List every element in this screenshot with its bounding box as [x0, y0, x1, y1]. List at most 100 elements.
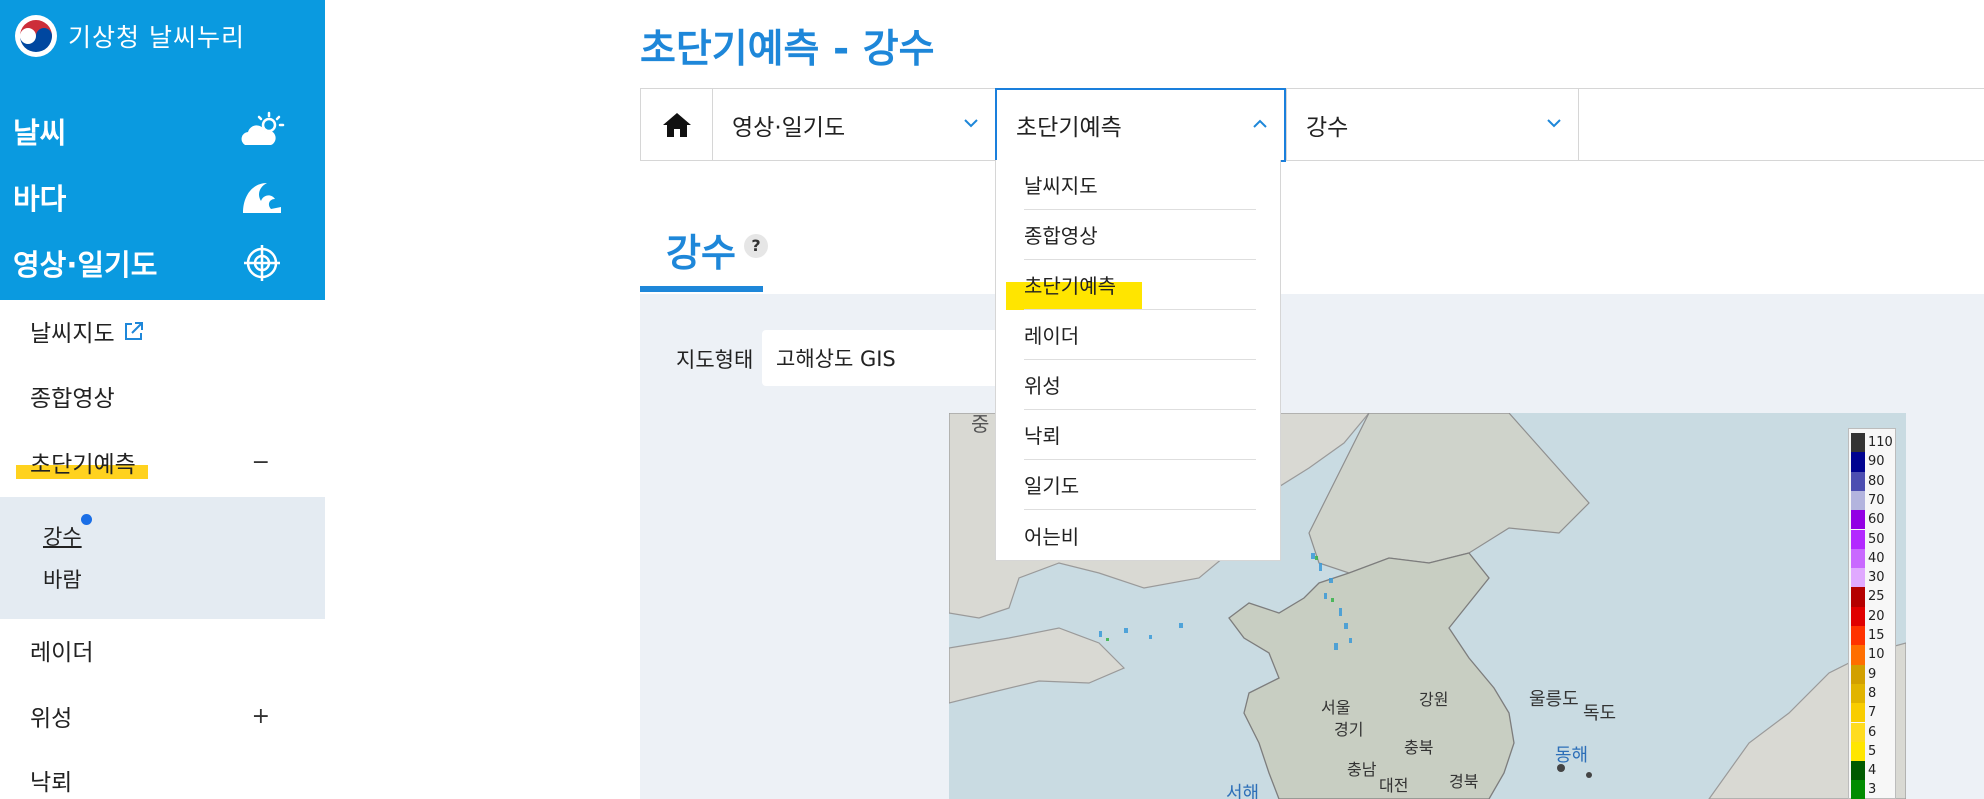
- legend-row: 15: [1851, 626, 1895, 646]
- nav-select-subcategory[interactable]: 초단기예측: [995, 88, 1286, 162]
- submenu-item-wind[interactable]: 바람: [43, 564, 82, 594]
- sidebar: 기상청 날씨누리 날씨 바다 영상·일기도 날씨지도 종합영상 초단기예측 − …: [0, 0, 325, 799]
- legend-label: 50: [1868, 531, 1885, 547]
- sidebar-item-label: 낙뢰: [30, 770, 73, 796]
- section-title: 강수: [666, 231, 736, 275]
- sidebar-item-composite[interactable]: 종합영상: [0, 364, 325, 428]
- legend-label: 3: [1868, 782, 1877, 798]
- nav-empty-cell: [1578, 89, 1984, 160]
- sidebar-item-label: 날씨지도: [30, 321, 115, 347]
- category-label: 날씨: [13, 116, 67, 150]
- taegeuk-emblem-icon: [15, 15, 57, 57]
- sidebar-item-satellite[interactable]: 위성 +: [0, 684, 325, 748]
- legend-swatch: [1851, 529, 1865, 549]
- sidebar-item-weather-map[interactable]: 날씨지도: [0, 299, 325, 363]
- map-label-daejeon: 대전: [1379, 776, 1408, 795]
- legend-label: 70: [1868, 492, 1885, 508]
- sidebar-item-label: 위성: [30, 706, 73, 732]
- map-type-select[interactable]: 고해상도 GIS: [762, 330, 1002, 386]
- map-label-china: 중: [971, 413, 989, 436]
- precipitation-legend: 110 90 80 70 60 50 40 30 25 20 15 10 9 8 7 6 5 4 3: [1848, 428, 1896, 799]
- active-dot-indicator: [81, 514, 92, 525]
- legend-swatch: [1851, 780, 1865, 799]
- map-label-gyeonggi: 경기: [1334, 720, 1363, 739]
- legend-row: 10: [1851, 645, 1895, 665]
- legend-row: 90: [1851, 452, 1895, 472]
- chevron-up-icon: [1253, 119, 1267, 128]
- map-label-seoul: 서울: [1321, 698, 1350, 717]
- map-label-gyeongbuk: 경북: [1449, 772, 1478, 791]
- legend-swatch: [1851, 510, 1865, 530]
- map-label-ulleungdo: 울릉도: [1529, 689, 1579, 710]
- site-logo[interactable]: 기상청 날씨누리: [14, 14, 245, 58]
- sidebar-item-label: 종합영상: [30, 386, 115, 412]
- nav-select-value: 영상·일기도: [732, 114, 846, 141]
- category-imagery[interactable]: 영상·일기도: [0, 232, 325, 294]
- dropdown-item[interactable]: 종합영상: [1024, 210, 1256, 260]
- legend-row: 4: [1851, 761, 1895, 781]
- dropdown-item[interactable]: 위성: [1024, 360, 1256, 410]
- legend-row: 60: [1851, 510, 1895, 530]
- collapse-toggle[interactable]: −: [252, 450, 270, 475]
- sidebar-item-nowcast[interactable]: 초단기예측 −: [0, 430, 325, 494]
- sidebar-item-label: 초단기예측: [30, 452, 136, 478]
- legend-label: 30: [1868, 570, 1885, 586]
- external-link-icon: [124, 322, 143, 340]
- legend-swatch: [1851, 664, 1865, 684]
- dropdown-item[interactable]: 어는비: [1024, 510, 1256, 560]
- map-label-east-sea: 동해: [1555, 745, 1588, 766]
- map-label-west-sea: 서해: [1226, 783, 1259, 799]
- sidebar-item-radar[interactable]: 레이더: [0, 618, 325, 682]
- dropdown-item[interactable]: 날씨지도: [1024, 160, 1256, 210]
- dropdown-item[interactable]: 일기도: [1024, 460, 1256, 510]
- legend-swatch: [1851, 606, 1865, 626]
- legend-row: 30: [1851, 568, 1895, 588]
- legend-label: 80: [1868, 473, 1885, 489]
- legend-swatch: [1851, 452, 1865, 472]
- legend-row: 40: [1851, 548, 1895, 569]
- legend-label: 5: [1868, 743, 1877, 759]
- legend-swatch: [1851, 490, 1865, 511]
- expand-toggle[interactable]: +: [252, 704, 270, 729]
- submenu-item-precipitation[interactable]: 강수: [43, 521, 82, 551]
- legend-swatch: [1851, 471, 1865, 491]
- legend-label: 15: [1868, 628, 1885, 643]
- sidebar-header: 기상청 날씨누리 날씨 바다 영상·일기도: [0, 0, 325, 300]
- category-weather[interactable]: 날씨: [0, 100, 325, 162]
- legend-row: 7: [1851, 703, 1895, 723]
- help-button[interactable]: ?: [744, 234, 768, 258]
- dropdown-item-selected[interactable]: 초단기예측: [1024, 260, 1256, 310]
- legend-label: 10: [1868, 647, 1885, 663]
- legend-swatch: [1851, 433, 1865, 453]
- legend-label: 6: [1868, 724, 1877, 740]
- legend-label: 9: [1868, 666, 1877, 682]
- subcategory-dropdown-menu: 날씨지도 종합영상 초단기예측 레이더 위성 낙뢰 일기도 어는비: [995, 160, 1281, 561]
- legend-swatch: [1851, 761, 1865, 781]
- legend-row: 5: [1851, 741, 1895, 762]
- legend-label: 90: [1868, 454, 1885, 470]
- legend-swatch: [1851, 587, 1865, 607]
- legend-swatch: [1851, 626, 1865, 646]
- satellite-target-icon: [244, 245, 280, 281]
- map-label-dokdo: 독도: [1583, 703, 1616, 724]
- home-button[interactable]: [640, 89, 712, 160]
- legend-swatch: [1851, 568, 1865, 588]
- sidebar-item-lightning[interactable]: 낙뢰: [0, 748, 325, 799]
- dropdown-item[interactable]: 낙뢰: [1024, 410, 1256, 460]
- legend-label: 4: [1868, 763, 1877, 779]
- legend-swatch: [1851, 548, 1865, 569]
- dropdown-item[interactable]: 레이더: [1024, 310, 1256, 360]
- legend-label: 7: [1868, 705, 1877, 721]
- site-name: 기상청 날씨누리: [68, 23, 245, 52]
- category-sea[interactable]: 바다: [0, 166, 325, 228]
- legend-label: 8: [1868, 685, 1877, 701]
- legend-swatch: [1851, 703, 1865, 723]
- legend-row: 20: [1851, 606, 1895, 626]
- nav-select-item[interactable]: 강수: [1286, 89, 1578, 160]
- legend-label: 110: [1868, 435, 1893, 450]
- sidebar-submenu: 강수 바람: [0, 497, 325, 619]
- legend-row: 8: [1851, 683, 1895, 704]
- category-label: 영상·일기도: [13, 248, 158, 282]
- legend-swatch: [1851, 722, 1865, 742]
- nav-select-category[interactable]: 영상·일기도: [712, 89, 995, 160]
